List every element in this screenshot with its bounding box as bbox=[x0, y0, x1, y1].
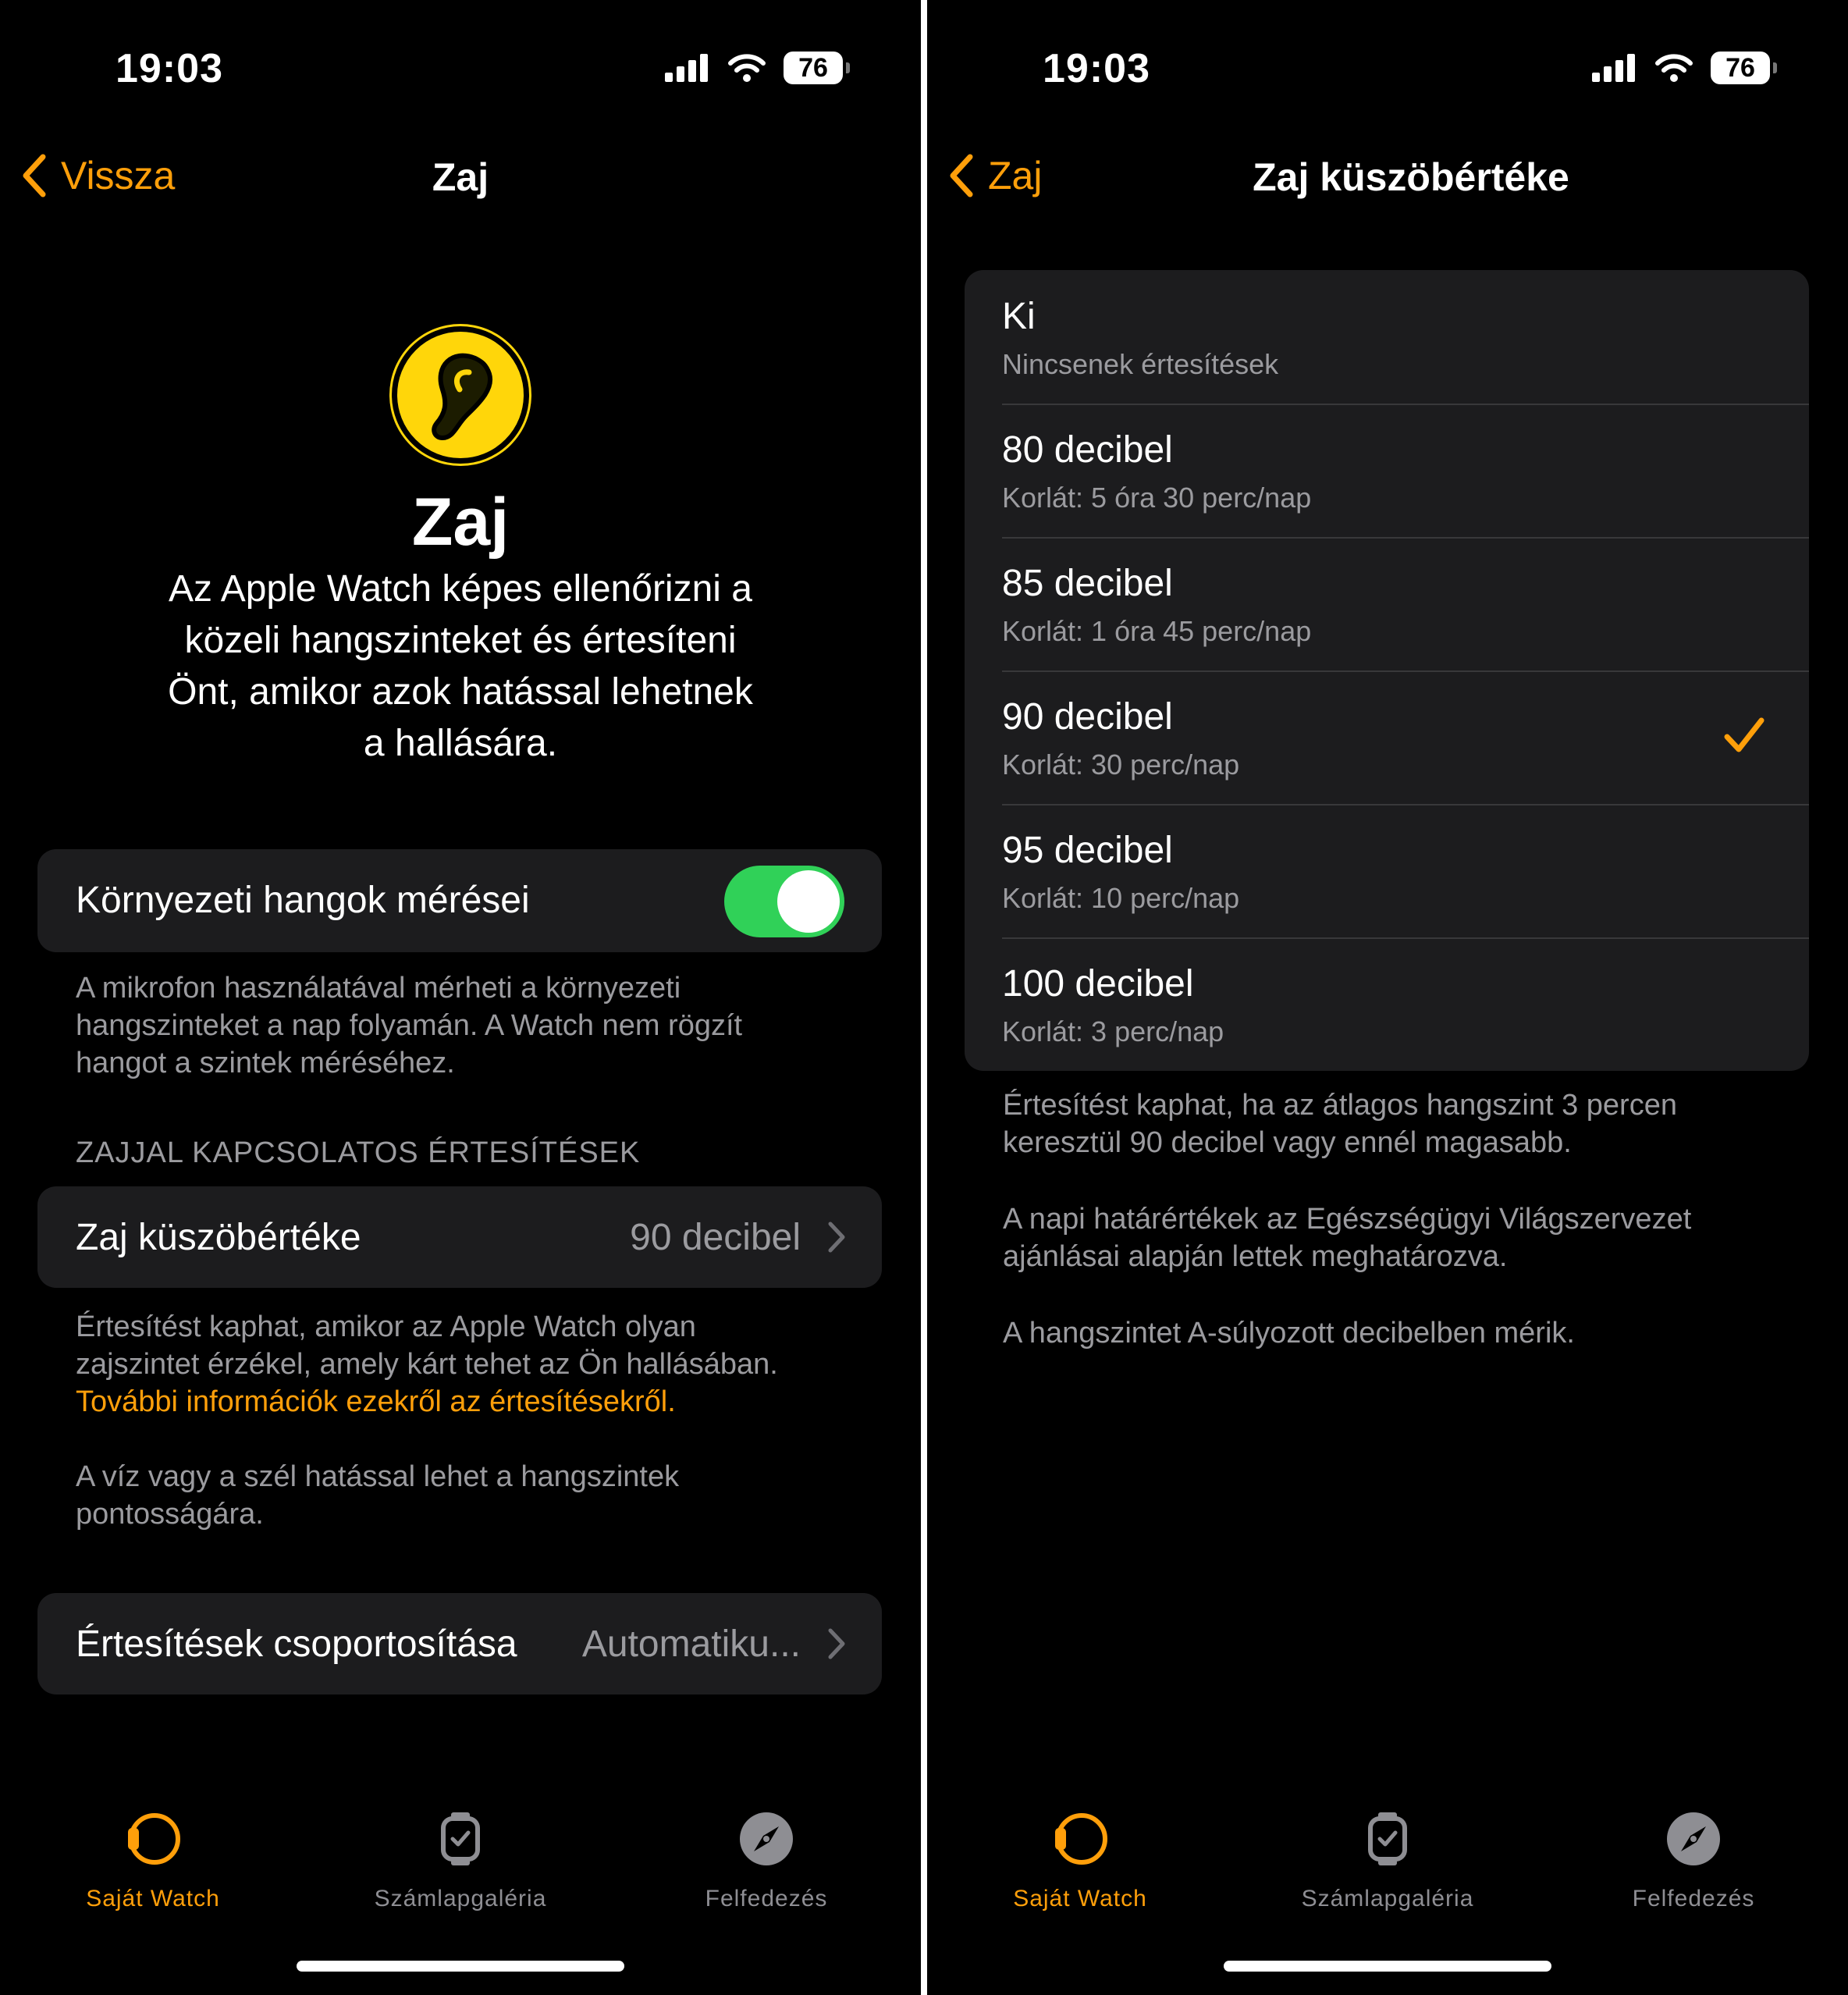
environmental-sound-row[interactable]: Környezeti hangok mérései bbox=[37, 849, 882, 952]
watch-face-icon bbox=[441, 1812, 480, 1865]
chevron-right-icon bbox=[828, 1628, 845, 1659]
option-title: 100 decibel bbox=[1002, 963, 1194, 1005]
option-title: 80 decibel bbox=[1002, 429, 1173, 471]
tab-label: Számlapgaléria bbox=[374, 1886, 547, 1911]
hero-desc-line: Önt, amikor azok hatással lehetnek bbox=[168, 671, 753, 713]
environmental-sound-toggle[interactable] bbox=[724, 866, 844, 937]
tab-label: Saját Watch bbox=[1013, 1886, 1147, 1911]
wifi-icon bbox=[728, 54, 766, 82]
who-footer: A napi határértékek az Egészségügyi Vilá… bbox=[1003, 1200, 1814, 1275]
learn-more-link[interactable]: További információk ezekről az értesítés… bbox=[76, 1383, 887, 1421]
option-95-db[interactable]: 95 decibel Korlát: 10 perc/nap bbox=[965, 804, 1809, 937]
footer-line: ajánlásai alapján lettek meghatározva. bbox=[1003, 1240, 1508, 1273]
page-title: Zaj bbox=[432, 155, 489, 199]
option-subtitle: Nincsenek értesítések bbox=[1002, 348, 1279, 380]
page-title: Zaj küszöbértéke bbox=[1253, 155, 1569, 199]
tab-label: Számlapgaléria bbox=[1301, 1886, 1474, 1911]
hero-title: Zaj bbox=[411, 485, 510, 560]
option-85-db[interactable]: 85 decibel Korlát: 1 óra 45 perc/nap bbox=[965, 537, 1809, 670]
footer-line: Értesítést kaphat, ha az átlagos hangszi… bbox=[1003, 1089, 1677, 1122]
footer-line: A víz vagy a szél hatással lehet a hangs… bbox=[76, 1460, 680, 1493]
noise-threshold-row[interactable]: Zaj küszöbértéke 90 decibel bbox=[37, 1186, 882, 1288]
status-time: 19:03 bbox=[116, 46, 223, 91]
tab-label: Saját Watch bbox=[86, 1886, 220, 1911]
footer-line: A mikrofon használatával mérheti a körny… bbox=[76, 972, 681, 1005]
tab-label: Felfedezés bbox=[1632, 1886, 1755, 1911]
status-icons: 76 bbox=[665, 52, 850, 84]
noise-threshold-value: 90 decibel bbox=[630, 1216, 801, 1258]
wifi-icon bbox=[1655, 54, 1693, 82]
home-indicator[interactable] bbox=[1224, 1961, 1551, 1972]
back-button[interactable]: Zaj bbox=[947, 153, 1042, 198]
tab-bar: Saját Watch Számlapgaléria Felfedezés bbox=[0, 1811, 921, 1928]
compass-icon bbox=[740, 1812, 793, 1865]
battery-indicator: 76 bbox=[784, 52, 850, 84]
option-90-db[interactable]: 90 decibel Korlát: 30 perc/nap bbox=[965, 670, 1809, 804]
tab-bar: Saját Watch Számlapgaléria Felfedezés bbox=[927, 1811, 1848, 1928]
status-time: 19:03 bbox=[1043, 46, 1150, 91]
threshold-footer: Értesítést kaphat, amikor az Apple Watch… bbox=[76, 1308, 887, 1421]
option-80-db[interactable]: 80 decibel Korlát: 5 óra 30 perc/nap bbox=[965, 404, 1809, 537]
threshold-info-footer: Értesítést kaphat, ha az átlagos hangszi… bbox=[1003, 1086, 1814, 1161]
footer-line: keresztül 90 decibel vagy ennél magasabb… bbox=[1003, 1126, 1572, 1159]
wind-footer: A víz vagy a szél hatással lehet a hangs… bbox=[76, 1458, 887, 1533]
option-subtitle: Korlát: 3 perc/nap bbox=[1002, 1015, 1224, 1047]
option-100-db[interactable]: 100 decibel Korlát: 3 perc/nap bbox=[965, 937, 1809, 1071]
notification-grouping-label: Értesítések csoportosítása bbox=[76, 1623, 517, 1665]
watch-face-icon bbox=[1368, 1812, 1407, 1865]
footer-line: hangot a szintek méréséhez. bbox=[76, 1047, 455, 1079]
option-title: 85 decibel bbox=[1002, 563, 1173, 604]
measurement-footer: A mikrofon használatával mérheti a körny… bbox=[76, 969, 887, 1082]
environmental-sound-label: Környezeti hangok mérései bbox=[76, 880, 530, 921]
weighting-footer: A hangszintet A-súlyozott decibelben mér… bbox=[1003, 1317, 1575, 1350]
ear-icon bbox=[392, 326, 529, 464]
threshold-options-list: Ki Nincsenek értesítések 80 decibel Korl… bbox=[965, 270, 1809, 1071]
option-subtitle: Korlát: 10 perc/nap bbox=[1002, 882, 1240, 914]
home-indicator[interactable] bbox=[297, 1961, 624, 1972]
hero-desc-line: a hallására. bbox=[363, 723, 558, 764]
option-title: 90 decibel bbox=[1002, 696, 1173, 738]
footer-line: Értesítést kaphat, amikor az Apple Watch… bbox=[76, 1310, 696, 1343]
footer-line: pontosságára. bbox=[76, 1498, 264, 1531]
battery-indicator: 76 bbox=[1711, 52, 1777, 84]
cellular-signal-icon bbox=[665, 54, 708, 82]
notification-grouping-row[interactable]: Értesítések csoportosítása Automatiku... bbox=[37, 1593, 882, 1695]
section-header: ZAJJAL KAPCSOLATOS ÉRTESÍTÉSEK bbox=[76, 1136, 641, 1169]
hero-desc-line: Az Apple Watch képes ellenőrizni a bbox=[169, 568, 752, 610]
noise-threshold-screen: 19:03 76 Zaj Zaj küszöbértéke Ki Nincsen… bbox=[927, 0, 1848, 1995]
tab-label: Felfedezés bbox=[705, 1886, 828, 1911]
noise-threshold-label: Zaj küszöbértéke bbox=[76, 1217, 361, 1258]
footer-line: zajszintet érzékel, amely kárt tehet az … bbox=[76, 1348, 778, 1381]
option-title: Ki bbox=[1002, 296, 1036, 337]
status-icons: 76 bbox=[1592, 52, 1777, 84]
option-subtitle: Korlát: 1 óra 45 perc/nap bbox=[1002, 615, 1312, 647]
notification-grouping-value: Automatiku... bbox=[581, 1623, 801, 1665]
option-title: 95 decibel bbox=[1002, 830, 1173, 871]
chevron-left-icon bbox=[950, 154, 973, 197]
option-subtitle: Korlát: 30 perc/nap bbox=[1002, 749, 1240, 781]
footer-line: A napi határértékek az Egészségügyi Vilá… bbox=[1003, 1203, 1692, 1236]
option-subtitle: Korlát: 5 óra 30 perc/nap bbox=[1002, 482, 1312, 514]
footer-line: hangszinteket a nap folyamán. A Watch ne… bbox=[76, 1009, 743, 1042]
hero-desc-line: közeli hangszinteket és értesíteni bbox=[184, 620, 737, 661]
option-off[interactable]: Ki Nincsenek értesítések bbox=[965, 270, 1809, 404]
hero-description: Az Apple Watch képes ellenőrizni a közel… bbox=[140, 564, 780, 770]
watch-icon bbox=[1055, 1813, 1107, 1865]
toggle-knob bbox=[777, 870, 840, 933]
noise-settings-screen: 19:03 76 Vissza Zaj Zaj Az Apple Watch k… bbox=[0, 0, 921, 1995]
cellular-signal-icon bbox=[1592, 54, 1635, 82]
watch-icon bbox=[128, 1813, 180, 1865]
back-label: Zaj bbox=[988, 154, 1043, 197]
compass-icon bbox=[1667, 1812, 1720, 1865]
chevron-right-icon bbox=[828, 1222, 845, 1253]
checkmark-icon bbox=[1724, 717, 1764, 752]
